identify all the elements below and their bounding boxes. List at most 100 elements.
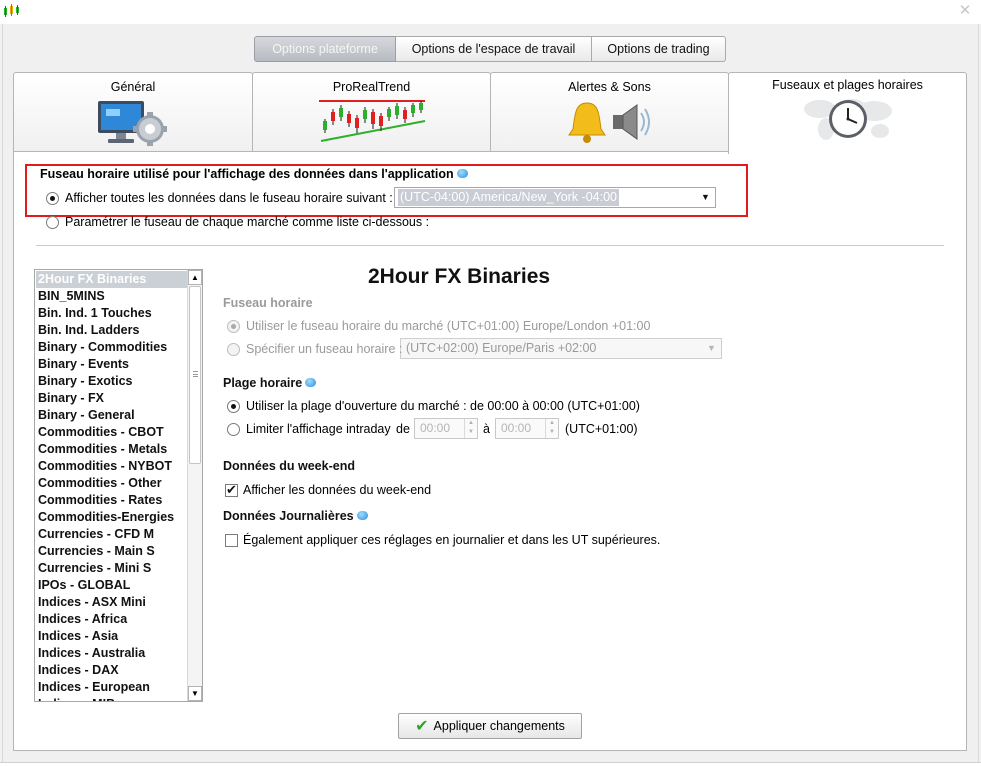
trend-chart-icon [318,100,425,142]
market-list-item[interactable]: Binary - Events [36,356,187,373]
show-weekend-label: Afficher les données du week-end [243,483,432,497]
market-list-item[interactable]: Indices - MIB [36,696,187,701]
title-bar: ✕ [0,0,981,24]
market-list-item[interactable]: Binary - FX [36,390,187,407]
scroll-down-arrow-icon[interactable]: ▼ [188,686,202,701]
time-to-value: 00:00 [501,421,532,435]
bell-speaker-icon [567,102,650,143]
radio-row-per-market[interactable]: Paramétrer le fuseau de chaque marché co… [46,215,429,229]
use-market-tz-label: Utiliser le fuseau horaire du marché (UT… [246,319,651,333]
market-list-item[interactable]: Commodities - Metals [36,441,187,458]
segment-platform-options[interactable]: Options plateforme [254,36,396,62]
market-list-item[interactable]: Indices - European [36,679,187,696]
market-list-items: 2Hour FX Binaries BIN_5MINS Bin. Ind. 1 To… [36,271,187,701]
green-check-icon: ✔ [415,718,429,735]
hours-heading: Plage horaire [223,376,317,390]
timezone-section-title-text: Fuseau horaire utilisé pour l'affichage … [40,167,454,181]
row-use-opening-hours[interactable]: Utiliser la plage d'ouverture du marché … [227,399,640,413]
market-list-item[interactable]: Commodities-Energies [36,509,187,526]
options-segmented-control: Options plateforme Options de l'espace d… [254,36,726,62]
radio-per-market-timezone[interactable] [46,215,59,229]
help-bubble-icon[interactable] [356,511,368,521]
radio-all-data-timezone[interactable] [46,191,59,205]
market-list-item[interactable]: Binary - Commodities [36,339,187,356]
scrollbar-thumb[interactable] [189,286,201,464]
apply-changes-button[interactable]: ✔ Appliquer changements [398,713,582,739]
timezone-heading: Fuseau horaire [223,296,313,310]
market-list-item[interactable]: Commodities - NYBOT [36,458,187,475]
market-list-item[interactable]: Commodities - Rates [36,492,187,509]
row-show-weekend[interactable]: Afficher les données du week-end [225,482,432,498]
radio-use-market-tz[interactable] [227,319,240,333]
help-bubble-icon[interactable] [456,169,468,179]
row-apply-daily[interactable]: Également appliquer ces réglages en jour… [225,533,660,547]
market-list-item[interactable]: Indices - Australia [36,645,187,662]
radio-specify-tz[interactable] [227,342,240,356]
market-list-item[interactable]: Bin. Ind. 1 Touches [36,305,187,322]
tab-alerts-sounds[interactable]: Alertes & Sons [490,72,729,152]
radio-row-all-timezone[interactable]: Afficher toutes les données dans le fuse… [46,191,393,205]
market-list-item[interactable]: Commodities - CBOT [36,424,187,441]
market-list-item[interactable]: Binary - General [36,407,187,424]
tab-alerts-label: Alertes & Sons [568,80,651,94]
world-clock-icon [803,99,892,140]
time-from-spinner-icon[interactable]: ▲ ▼ [464,419,477,438]
radio-limit-intraday[interactable] [227,422,240,436]
tab-timezones[interactable]: Fuseaux et plages horaires [728,72,967,154]
close-button[interactable]: ✕ [957,3,973,19]
market-list-item[interactable]: 2Hour FX Binaries [36,271,187,288]
tab-timezones-label: Fuseaux et plages horaires [772,78,923,92]
bottom-edge [0,762,981,766]
market-list-item[interactable]: Bin. Ind. Ladders [36,322,187,339]
checkbox-show-weekend[interactable] [225,482,238,498]
market-list-item[interactable]: Indices - ASX Mini [36,594,187,611]
timezone-select-value: (UTC-04:00) America/New_York -04:00 [398,189,619,206]
market-list-item[interactable]: Commodities - Other [36,475,187,492]
market-list-scrollbar[interactable]: ▲ ▼ [187,270,202,701]
limit-intraday-label: Limiter l'affichage intraday [246,422,391,436]
market-list-item[interactable]: Binary - Exotics [36,373,187,390]
tab-general[interactable]: Général [13,72,253,152]
apply-changes-label: Appliquer changements [433,719,565,733]
market-list-item[interactable]: Currencies - Mini S [36,560,187,577]
market-list[interactable]: 2Hour FX Binaries BIN_5MINS Bin. Ind. 1 To… [34,269,203,702]
scrollbar-grip-icon [193,371,198,377]
segment-workspace-options[interactable]: Options de l'espace de travail [396,36,592,62]
radio-per-market-label: Paramétrer le fuseau de chaque marché co… [65,215,430,229]
checkbox-apply-daily[interactable] [225,533,238,547]
specify-tz-select[interactable]: (UTC+02:00) Europe/Paris +02:00 ▼ [400,338,722,359]
market-list-item[interactable]: Indices - Asia [36,628,187,645]
tab-prorealtrend[interactable]: ProRealTrend [252,72,491,152]
market-list-item[interactable]: Indices - DAX [36,662,187,679]
help-bubble-icon[interactable] [305,378,317,388]
dropdown-arrow-icon[interactable]: ▼ [703,340,720,357]
market-list-item[interactable]: BIN_5MINS [36,288,187,305]
radio-use-opening-hours[interactable] [227,399,240,413]
tab-prorealtrend-label: ProRealTrend [332,80,411,94]
time-to-input[interactable]: 00:00 ▲ ▼ [495,418,559,439]
app-logo-icon [4,4,19,17]
daily-heading: Données Journalières [223,509,368,523]
market-list-item[interactable]: Currencies - Main S [36,543,187,560]
apply-daily-label: Également appliquer ces réglages en jour… [243,533,661,547]
to-label: à [483,422,490,436]
radio-all-data-timezone-label: Afficher toutes les données dans le fuse… [65,191,393,205]
time-from-input[interactable]: 00:00 ▲ ▼ [414,418,478,439]
time-to-spinner-icon[interactable]: ▲ ▼ [545,419,558,438]
specify-tz-label: Spécifier un fuseau horaire : [246,342,403,356]
daily-heading-text: Données Journalières [223,509,354,523]
row-specify-tz: Spécifier un fuseau horaire : [227,342,402,356]
timezone-select[interactable]: (UTC-04:00) America/New_York -04:00 ▼ [394,187,716,208]
specify-tz-select-value: (UTC+02:00) Europe/Paris +02:00 [406,341,597,355]
market-list-item[interactable]: IPOs - GLOBAL [36,577,187,594]
use-opening-hours-label: Utiliser la plage d'ouverture du marché … [246,399,640,413]
dropdown-arrow-icon[interactable]: ▼ [697,189,714,206]
selected-market-title: 2Hour FX Binaries [368,265,551,288]
segment-trading-options[interactable]: Options de trading [592,36,726,62]
scroll-up-arrow-icon[interactable]: ▲ [188,270,202,285]
limit-tz-label: (UTC+01:00) [565,422,638,436]
row-limit-intraday[interactable]: Limiter l'affichage intraday [227,422,391,436]
market-list-item[interactable]: Indices - Africa [36,611,187,628]
market-list-item[interactable]: Currencies - CFD M [36,526,187,543]
from-label: de [396,422,410,436]
